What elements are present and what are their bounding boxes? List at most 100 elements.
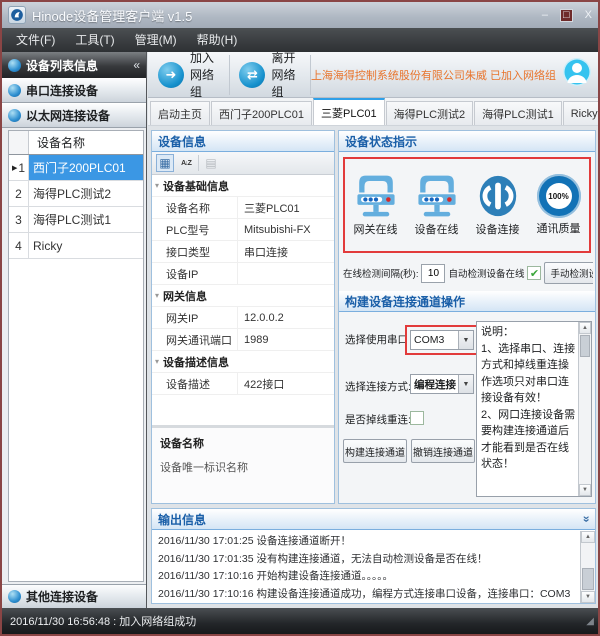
device-list-panel: 设备列表信息 « 串口连接设备 以太网连接设备 设备名称 ▶1 西门子200PL… — [2, 52, 147, 608]
property-row[interactable]: 设备IP — [152, 263, 334, 285]
device-row-1[interactable]: ▶1 西门子200PLC01 — [9, 155, 143, 181]
row-index: ▶1 — [9, 155, 29, 180]
output-log-area: 2016/11/30 17:01:25 设备连接通道断开！ 2016/11/30… — [152, 531, 595, 603]
tab-home[interactable]: 启动主页 — [150, 101, 210, 125]
scrollbar-thumb[interactable] — [582, 568, 594, 590]
category-description-info[interactable]: ▾ 设备描述信息 — [152, 351, 334, 373]
auto-detect-checkbox[interactable]: ✔ — [527, 266, 541, 280]
auto-detect-label: 自动检测设备在线 — [448, 266, 524, 280]
categorized-view-icon[interactable]: ▦ — [156, 154, 174, 172]
channel-panel-title: 构建设备连接通道操作 — [345, 293, 465, 310]
serial-group-icon — [8, 84, 21, 97]
indicator-gateway-online: 网关在线 — [347, 173, 405, 237]
device-name-cell[interactable]: 海得PLC测试1 — [29, 207, 143, 232]
interval-input[interactable] — [421, 264, 445, 283]
channel-panel-header: 构建设备连接通道操作 — [339, 291, 595, 312]
device-row-4[interactable]: 4 Ricky — [9, 233, 143, 259]
device-info-title: 设备信息 — [158, 133, 206, 150]
dropdown-icon[interactable]: ▼ — [458, 375, 473, 393]
join-network-button[interactable]: ➜ 加入网络组 — [148, 52, 229, 97]
output-panel: 输出信息 « 2016/11/30 17:01:25 设备连接通道断开！ 201… — [151, 508, 596, 604]
menu-tools[interactable]: 工具(T) — [65, 28, 124, 52]
menu-file[interactable]: 文件(F) — [6, 28, 65, 52]
channel-note-box: 说明： 1、选择串口、连接方式和掉线重连操作选项只对串口连接设备有效！ 2、网口… — [476, 321, 592, 497]
device-tabs: 启动主页 西门子200PLC01 三菱PLC01 海得PLC测试2 海得PLC测… — [148, 98, 598, 126]
group-serial-devices[interactable]: 串口连接设备 — [2, 78, 146, 103]
current-row-marker-icon: ▶ — [12, 164, 17, 172]
status-bar-text: 2016/11/30 16:56:48 : 加入网络组成功 — [10, 613, 196, 629]
scrollbar-thumb[interactable] — [580, 335, 590, 357]
toolbar-right: 上海海得控制系统股份有限公司朱威 已加入网络组 — [311, 57, 598, 92]
status-bar: 2016/11/30 16:56:48 : 加入网络组成功 ◢ — [2, 608, 598, 634]
tab-hite-test2[interactable]: 海得PLC测试2 — [386, 101, 474, 125]
category-basic-info[interactable]: ▾ 设备基础信息 — [152, 175, 334, 197]
tab-ricky[interactable]: Ricky — [563, 101, 600, 125]
column-device-name[interactable]: 设备名称 — [29, 131, 143, 154]
build-channel-button[interactable]: 构建连接通道 — [343, 439, 407, 463]
category-gateway-info[interactable]: ▾ 网关信息 — [152, 285, 334, 307]
category-collapse-icon[interactable]: ▾ — [155, 357, 159, 366]
device-name-cell[interactable]: Ricky — [29, 233, 143, 258]
tab-siemens-plc[interactable]: 西门子200PLC01 — [211, 101, 312, 125]
title-bar: Hinode设备管理客户端 v1.5 – □ X — [2, 2, 598, 28]
device-row-3[interactable]: 3 海得PLC测试1 — [9, 207, 143, 233]
indicator-comm-quality: 100% 通讯质量 — [530, 174, 588, 236]
output-collapse-icon[interactable]: « — [579, 516, 593, 523]
minimize-button[interactable]: – — [542, 10, 548, 21]
collapse-sidebar-icon[interactable]: « — [133, 58, 140, 72]
property-row[interactable]: 网关IP 12.0.0.2 — [152, 307, 334, 329]
toolbar-separator — [198, 155, 199, 171]
app-window: Hinode设备管理客户端 v1.5 – □ X 文件(F) 工具(T) 管理(… — [0, 0, 600, 636]
connect-mode-select[interactable]: 编程连接 ▼ — [410, 374, 474, 394]
device-row-2[interactable]: 2 海得PLC测试2 — [9, 181, 143, 207]
category-collapse-icon[interactable]: ▾ — [155, 181, 159, 190]
property-pages-icon: ▤ — [202, 154, 220, 172]
property-row[interactable]: 设备描述 422接口 — [152, 373, 334, 395]
leave-network-button[interactable]: ⇄ 离开网络组 — [229, 52, 310, 97]
serial-port-highlight: COM3 ▼ — [405, 325, 479, 355]
menu-manage[interactable]: 管理(M) — [125, 28, 187, 52]
status-indicators-box: 网关在线 设备在线 — [343, 157, 591, 253]
property-row[interactable]: 设备名称 三菱PLC01 — [152, 197, 334, 219]
property-row[interactable]: PLC型号 Mitsubishi-FX — [152, 219, 334, 241]
device-name-cell[interactable]: 海得PLC测试2 — [29, 181, 143, 206]
output-scrollbar[interactable]: ▲ ▼ — [580, 531, 595, 603]
selected-property-name: 设备名称 — [160, 435, 326, 451]
row-index: 4 — [9, 233, 29, 258]
gateway-online-icon — [353, 173, 399, 219]
serial-port-select[interactable]: COM3 ▼ — [410, 330, 474, 350]
device-info-header: 设备信息 — [152, 131, 334, 152]
revoke-channel-button[interactable]: 撤销连接通道 — [411, 439, 475, 463]
output-title: 输出信息 — [158, 511, 206, 528]
tab-mitsubishi-plc[interactable]: 三菱PLC01 — [313, 98, 385, 125]
device-status-header: 设备状态指示 — [339, 131, 595, 152]
dropdown-icon[interactable]: ▼ — [458, 331, 473, 349]
sort-alphabetical-icon[interactable]: A↓Z — [177, 154, 195, 172]
category-collapse-icon[interactable]: ▾ — [155, 291, 159, 300]
scroll-up-icon[interactable]: ▲ — [581, 531, 595, 543]
scroll-down-icon[interactable]: ▼ — [581, 591, 595, 603]
property-row[interactable]: 接口类型 串口连接 — [152, 241, 334, 263]
interval-label: 在线检测间隔(秒): — [343, 266, 418, 280]
note-scrollbar[interactable]: ▲ ▼ — [578, 322, 591, 496]
scroll-up-icon[interactable]: ▲ — [579, 322, 591, 334]
scroll-down-icon[interactable]: ▼ — [579, 484, 591, 496]
reconnect-label: 是否掉线重连: — [345, 412, 411, 427]
row-index: 3 — [9, 207, 29, 232]
device-table-area: 设备名称 ▶1 西门子200PLC01 2 海得PLC测试2 3 海得PLC测试… — [2, 128, 146, 584]
manual-detect-button[interactable]: 手动检测设备在线 — [544, 262, 593, 284]
device-list-header[interactable]: 设备列表信息 « — [2, 52, 146, 78]
tab-hite-test1[interactable]: 海得PLC测试1 — [474, 101, 562, 125]
group-ethernet-devices[interactable]: 以太网连接设备 — [2, 103, 146, 128]
device-name-cell[interactable]: 西门子200PLC01 — [29, 155, 143, 180]
user-avatar-icon[interactable] — [562, 57, 592, 92]
leave-network-icon: ⇄ — [239, 62, 265, 88]
close-button[interactable]: X — [585, 10, 592, 21]
output-header: 输出信息 « — [152, 509, 595, 530]
maximize-button[interactable]: □ — [560, 9, 573, 22]
group-other-devices[interactable]: 其他连接设备 — [2, 584, 146, 608]
group-label-other: 其他连接设备 — [26, 588, 98, 605]
resize-grip-icon[interactable]: ◢ — [586, 616, 594, 627]
property-row[interactable]: 网关通讯端口 1989 — [152, 329, 334, 351]
reconnect-checkbox[interactable] — [410, 411, 424, 425]
